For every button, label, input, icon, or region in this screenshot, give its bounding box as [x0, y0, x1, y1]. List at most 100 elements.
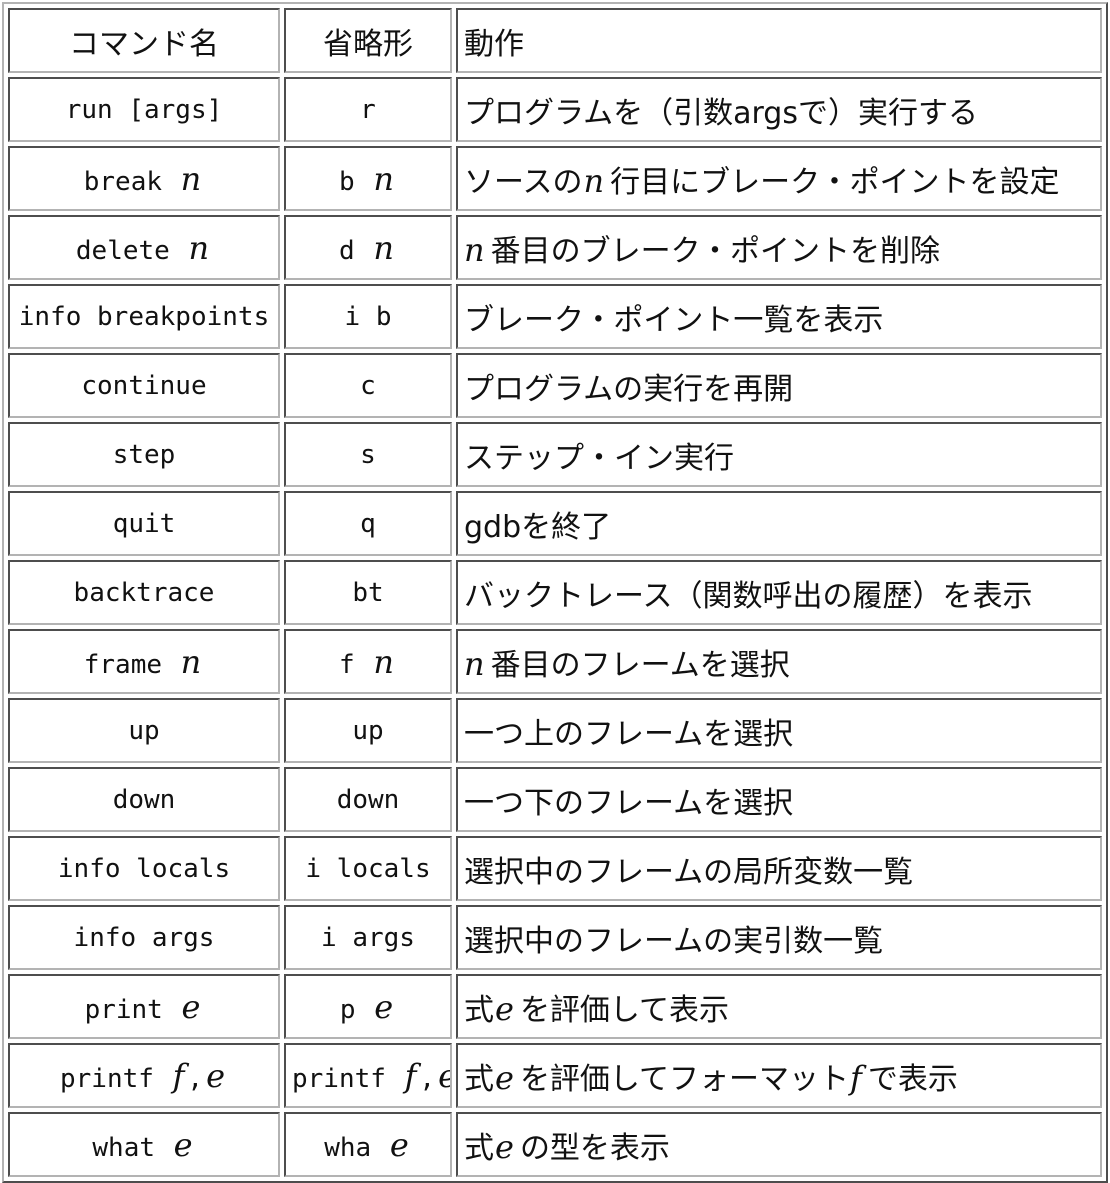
- command-cell: what e: [8, 1112, 280, 1177]
- variable-placeholder: n: [180, 159, 202, 198]
- variable-placeholder: e: [495, 1127, 514, 1166]
- cell-text: what: [92, 1132, 171, 1163]
- action-cell: ブレーク・ポイント一覧を表示: [456, 284, 1102, 349]
- table-row: break nb n ソースのn 行目にブレーク・ポイントを設定: [8, 146, 1102, 211]
- table-row: print ep e 式e を評価して表示: [8, 974, 1102, 1039]
- cell-text: print: [84, 994, 179, 1025]
- command-cell: up: [8, 698, 280, 763]
- cell-text: 式: [464, 1130, 494, 1166]
- cell-text: down: [112, 784, 176, 815]
- gdb-command-table: コマンド名 省略形 動作 run [args] r プログラムを（引数argsで）実…: [2, 2, 1108, 1183]
- abbreviation-cell: bt: [284, 560, 452, 625]
- cell-text: bt: [352, 577, 384, 608]
- command-cell: step: [8, 422, 280, 487]
- abbreviation-cell: s: [284, 422, 452, 487]
- abbreviation-cell: p e: [284, 974, 452, 1039]
- header-abbreviation: 省略形: [284, 8, 452, 73]
- variable-placeholder: n: [180, 642, 202, 681]
- variable-placeholder: f: [172, 1056, 185, 1095]
- cell-text: q: [360, 508, 376, 539]
- cell-text: 式: [464, 992, 494, 1028]
- variable-placeholder: e: [438, 1057, 450, 1095]
- cell-text: ブレーク・ポイント一覧を表示: [464, 302, 884, 338]
- variable-placeholder: f: [404, 1056, 417, 1095]
- variable-placeholder: e: [374, 987, 394, 1026]
- command-cell: frame n: [8, 629, 280, 694]
- cell-text: b: [339, 166, 371, 197]
- cell-text: 行目にブレーク・ポイントを設定: [610, 164, 1060, 200]
- action-cell: 一つ下のフレームを選択: [456, 767, 1102, 832]
- variable-placeholder: e: [181, 987, 201, 1026]
- command-cell: info breakpoints: [8, 284, 280, 349]
- cell-text: run [args]: [65, 94, 223, 125]
- cell-text: ステップ・イン実行: [464, 440, 734, 476]
- cell-text: backtrace: [73, 577, 215, 608]
- variable-placeholder: e: [495, 989, 514, 1028]
- table-row: printf f,eprintf f,e式eを評価してフォーマットfで表示: [8, 1043, 1102, 1108]
- variable-placeholder: n: [373, 159, 394, 198]
- variable-placeholder: f: [850, 1058, 862, 1097]
- command-cell: info locals: [8, 836, 280, 901]
- action-cell: 一つ上のフレームを選択: [456, 698, 1102, 763]
- command-cell: down: [8, 767, 280, 832]
- variable-placeholder: n: [373, 642, 394, 681]
- table-row: backtrace bt バックトレース（関数呼出の履歴）を表示: [8, 560, 1102, 625]
- command-cell: print e: [8, 974, 280, 1039]
- header-row: コマンド名 省略形 動作: [8, 8, 1102, 73]
- cell-text: gdbを終了: [464, 509, 612, 545]
- action-cell: 選択中のフレームの実引数一覧: [456, 905, 1102, 970]
- cell-text: の型を表示: [519, 1130, 670, 1166]
- table-row: delete nd n n 番目のブレーク・ポイントを削除: [8, 215, 1102, 280]
- cell-text: info locals: [57, 853, 231, 884]
- command-cell: run [args]: [8, 77, 280, 142]
- table-row: down down 一つ下のフレームを選択: [8, 767, 1102, 832]
- command-cell: printf f ,e: [8, 1043, 280, 1108]
- cell-text: プログラムを（引数argsで）実行する: [464, 95, 978, 131]
- cell-text: up: [352, 715, 384, 746]
- cell-text: printf: [59, 1063, 170, 1094]
- abbreviation-cell: up: [284, 698, 452, 763]
- action-cell: 選択中のフレームの局所変数一覧: [456, 836, 1102, 901]
- cell-text: info args: [73, 922, 215, 953]
- command-cell: backtrace: [8, 560, 280, 625]
- cell-text: ソースの: [464, 164, 583, 200]
- cell-text: 番目のブレーク・ポイントを削除: [490, 233, 941, 269]
- abbreviation-cell: c: [284, 353, 452, 418]
- cell-text: p: [339, 994, 372, 1025]
- variable-placeholder: e: [389, 1125, 409, 1164]
- abbreviation-cell: b n: [284, 146, 452, 211]
- command-cell: delete n: [8, 215, 280, 280]
- table-row: run [args] r プログラムを（引数argsで）実行する: [8, 77, 1102, 142]
- table-row: frame nf n n 番目のフレームを選択: [8, 629, 1102, 694]
- cell-text: d: [339, 235, 371, 266]
- action-cell: gdbを終了: [456, 491, 1102, 556]
- cell-text: c: [360, 370, 376, 401]
- table-row: quit q gdbを終了: [8, 491, 1102, 556]
- cell-text: ,: [187, 1063, 204, 1094]
- cell-text: 一つ下のフレームを選択: [464, 785, 794, 821]
- cell-text: quit: [112, 508, 176, 539]
- table-row: step s ステップ・イン実行: [8, 422, 1102, 487]
- abbreviation-cell: i b: [284, 284, 452, 349]
- abbreviation-cell: printf f,e: [284, 1043, 452, 1108]
- action-cell: 式e の型を表示: [456, 1112, 1102, 1177]
- cell-text: up: [128, 715, 160, 746]
- variable-placeholder: n: [464, 644, 485, 683]
- action-cell: ソースのn 行目にブレーク・ポイントを設定: [456, 146, 1102, 211]
- abbreviation-cell: q: [284, 491, 452, 556]
- action-cell: ステップ・イン実行: [456, 422, 1102, 487]
- cell-text: 選択中のフレームの実引数一覧: [464, 923, 884, 959]
- cell-text: continue: [81, 370, 207, 401]
- abbreviation-cell: d n: [284, 215, 452, 280]
- abbreviation-cell: i locals: [284, 836, 452, 901]
- variable-placeholder: e: [173, 1125, 193, 1164]
- cell-text: 選択中のフレームの局所変数一覧: [464, 854, 914, 890]
- cell-text: ,: [419, 1063, 436, 1094]
- abbreviation-cell: wha e: [284, 1112, 452, 1177]
- table-row: continue c プログラムの実行を再開: [8, 353, 1102, 418]
- command-cell: quit: [8, 491, 280, 556]
- abbreviation-cell: down: [284, 767, 452, 832]
- table-row: up up 一つ上のフレームを選択: [8, 698, 1102, 763]
- variable-placeholder: n: [583, 161, 605, 200]
- header-command-name: コマンド名: [8, 8, 280, 73]
